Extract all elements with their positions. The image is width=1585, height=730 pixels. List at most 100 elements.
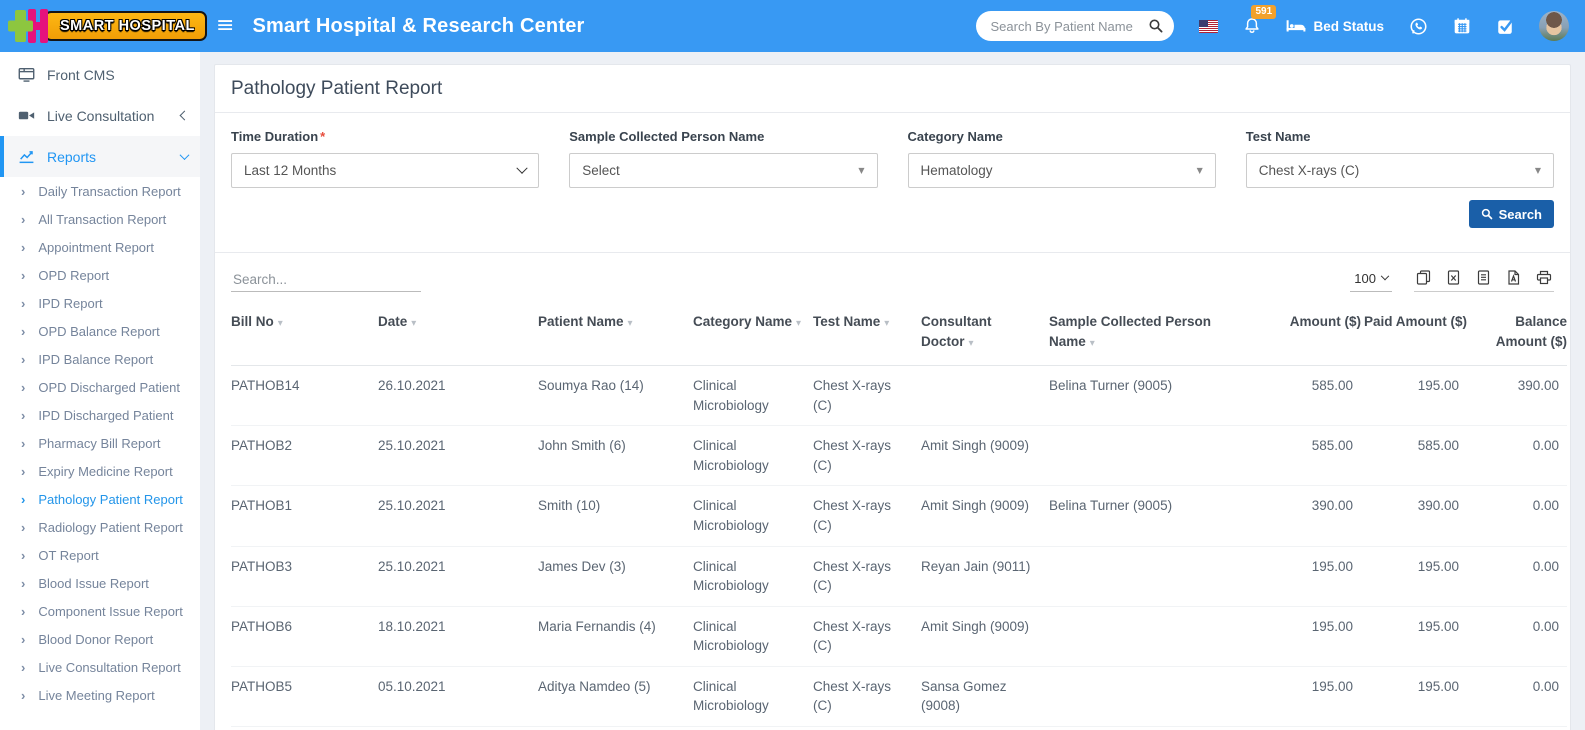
bed-status-label: Bed Status	[1313, 19, 1384, 34]
calendar-icon	[1453, 17, 1471, 35]
sidebar-subitem-daily-transaction-report[interactable]: › Daily Transaction Report	[0, 177, 200, 205]
language-flag-button[interactable]	[1199, 20, 1218, 33]
user-menu-button[interactable]	[1539, 11, 1569, 41]
sidebar-subitem-ipd-discharged-patient[interactable]: ›IPD Discharged Patient	[0, 401, 200, 429]
chevron-down-icon	[180, 150, 190, 160]
sidebar-subitem-component-issue-report[interactable]: ›Component Issue Report	[0, 597, 200, 625]
reports-submenu: ›Daily Transaction Report ›All Transacti…	[0, 177, 200, 709]
sidebar-subitem-blood-issue-report[interactable]: ›Blood Issue Report	[0, 569, 200, 597]
subitem-label: OT Report	[38, 548, 98, 563]
sample-person-select[interactable]: Select ▼	[569, 153, 877, 188]
excel-export-icon[interactable]	[1446, 270, 1461, 285]
csv-export-icon[interactable]	[1476, 270, 1491, 285]
tasks-button[interactable]	[1496, 17, 1514, 35]
total-amount-value: 2145.00	[1261, 726, 1361, 730]
total-row: Total Amount: 2145.00 1755.00 390.00	[231, 726, 1567, 730]
table-row[interactable]: PATHOB1426.10.2021Soumya Rao (14)Clinica…	[231, 366, 1567, 426]
col-category-name[interactable]: Category Name▾	[693, 306, 813, 366]
sidebar-subitem-live-consultation-report[interactable]: ›Live Consultation Report	[0, 653, 200, 681]
pdf-export-icon[interactable]	[1506, 270, 1521, 285]
sidebar-subitem-expiry-medicine-report[interactable]: › Expiry Medicine Report	[0, 457, 200, 485]
subitem-label: OPD Balance Report	[38, 324, 159, 339]
sidebar-subitem-pathology-patient-report[interactable]: ›Pathology Patient Report	[0, 485, 200, 513]
chevron-right-icon: ›	[21, 493, 25, 506]
sidebar-subitem-all-transaction-report[interactable]: ›All Transaction Report	[0, 205, 200, 233]
sidebar-subitem-ot-report[interactable]: ›OT Report	[0, 541, 200, 569]
app-title: Smart Hospital & Research Center	[252, 15, 584, 38]
col-sample-collected-person[interactable]: Sample Collected Person Name▾	[1049, 306, 1261, 366]
subitem-label: OPD Report	[38, 268, 109, 283]
col-consultant-doctor[interactable]: Consultant Doctor▾	[921, 306, 1049, 366]
table-row[interactable]: PATHOB325.10.2021James Dev (3)Clinical M…	[231, 546, 1567, 606]
sidebar-subitem-opd-report[interactable]: ›OPD Report	[0, 261, 200, 289]
subitem-label: Appointment Report	[38, 240, 154, 255]
test-name-label: Test Name	[1246, 129, 1554, 144]
subitem-label: IPD Discharged Patient	[38, 408, 173, 423]
col-amount[interactable]: Amount ($)	[1261, 306, 1361, 366]
table-row[interactable]: PATHOB618.10.2021Maria Fernandis (4)Clin…	[231, 606, 1567, 666]
chevron-right-icon: ›	[21, 633, 25, 646]
category-select[interactable]: Hematology ▼	[908, 153, 1216, 188]
table-row[interactable]: PATHOB505.10.2021Aditya Namdeo (5)Clinic…	[231, 666, 1567, 726]
col-test-name[interactable]: Test Name▾	[813, 306, 921, 366]
subitem-label: Pharmacy Bill Report	[38, 436, 160, 451]
col-paid-amount[interactable]: Paid Amount ($)	[1361, 306, 1467, 366]
report-table: Bill No▾ Date▾ Patient Name▾ Category Na…	[231, 306, 1567, 730]
chevron-right-icon: ›	[21, 325, 25, 338]
sidebar-item-live-consultation[interactable]: Live Consultation	[0, 95, 200, 136]
brand-logo[interactable]: SMART HOSPITAL	[0, 0, 200, 52]
print-icon[interactable]	[1536, 270, 1552, 285]
sidebar-item-front-cms[interactable]: Front CMS	[0, 54, 200, 95]
sidebar-subitem-live-meeting-report[interactable]: ›Live Meeting Report	[0, 681, 200, 709]
sidebar-subitem-radiology-patient-report[interactable]: ›Radiology Patient Report	[0, 513, 200, 541]
search-button[interactable]: Search	[1469, 200, 1554, 228]
page-size-select[interactable]: 100	[1350, 268, 1392, 292]
col-date[interactable]: Date▾	[378, 306, 538, 366]
table-row[interactable]: PATHOB125.10.2021Smith (10)Clinical Micr…	[231, 486, 1567, 546]
table-row[interactable]: PATHOB225.10.2021John Smith (6)Clinical …	[231, 426, 1567, 486]
sidebar-subitem-ipd-report[interactable]: ›IPD Report	[0, 289, 200, 317]
test-name-select[interactable]: Chest X-rays (C) ▼	[1246, 153, 1554, 188]
sidebar-subitem-pharmacy-bill-report[interactable]: ›Pharmacy Bill Report	[0, 429, 200, 457]
front-cms-icon	[18, 66, 35, 83]
copy-icon[interactable]	[1416, 270, 1431, 285]
subitem-label: All Transaction Report	[38, 212, 166, 227]
sort-icon: ▾	[796, 318, 801, 329]
subitem-label: Live Meeting Report	[38, 688, 154, 703]
patient-search-input[interactable]	[990, 19, 1148, 34]
col-balance-amount[interactable]: Balance Amount ($)	[1467, 306, 1567, 366]
main-content: Pathology Patient Report Time Duration* …	[200, 52, 1585, 730]
chevron-down-icon	[1381, 271, 1389, 279]
filter-time-duration: Time Duration* Last 12 Months	[231, 129, 539, 188]
chevron-right-icon: ›	[21, 465, 25, 478]
filters: Time Duration* Last 12 Months Sample Col…	[215, 113, 1570, 188]
whatsapp-icon	[1409, 17, 1428, 36]
col-bill-no[interactable]: Bill No▾	[231, 306, 378, 366]
sidebar-item-label: Reports	[47, 149, 96, 165]
filter-category: Category Name Hematology ▼	[908, 129, 1216, 188]
sidebar-subitem-appointment-report[interactable]: ›Appointment Report	[0, 233, 200, 261]
col-patient-name[interactable]: Patient Name▾	[538, 306, 693, 366]
patient-search[interactable]	[976, 11, 1174, 41]
table-search-input[interactable]	[231, 268, 421, 292]
sidebar-subitem-opd-discharged-patient[interactable]: ›OPD Discharged Patient	[0, 373, 200, 401]
chevron-right-icon: ›	[21, 185, 25, 198]
required-mark: *	[320, 129, 325, 144]
sidebar-subitem-ipd-balance-report[interactable]: ›IPD Balance Report	[0, 345, 200, 373]
chevron-left-icon	[180, 111, 190, 121]
calendar-button[interactable]	[1453, 17, 1471, 35]
time-duration-select[interactable]: Last 12 Months	[231, 153, 539, 188]
bed-status-button[interactable]: Bed Status	[1286, 19, 1384, 34]
sidebar-item-reports[interactable]: Reports	[0, 136, 200, 177]
notifications-button[interactable]: 591	[1243, 17, 1261, 35]
hamburger-menu-icon[interactable]: ≡	[216, 15, 234, 37]
sidebar-subitem-opd-balance-report[interactable]: › OPD Balance Report	[0, 317, 200, 345]
subitem-label: Expiry Medicine Report	[38, 464, 172, 479]
subitem-label: Live Consultation Report	[38, 660, 180, 675]
search-icon[interactable]	[1148, 18, 1164, 34]
sidebar-subitem-blood-donor-report[interactable]: ›Blood Donor Report	[0, 625, 200, 653]
whatsapp-button[interactable]	[1409, 17, 1428, 36]
table-header-row: Bill No▾ Date▾ Patient Name▾ Category Na…	[231, 306, 1567, 366]
sidebar-item-label: Front CMS	[47, 67, 115, 83]
subitem-label: Daily Transaction Report	[38, 184, 180, 199]
